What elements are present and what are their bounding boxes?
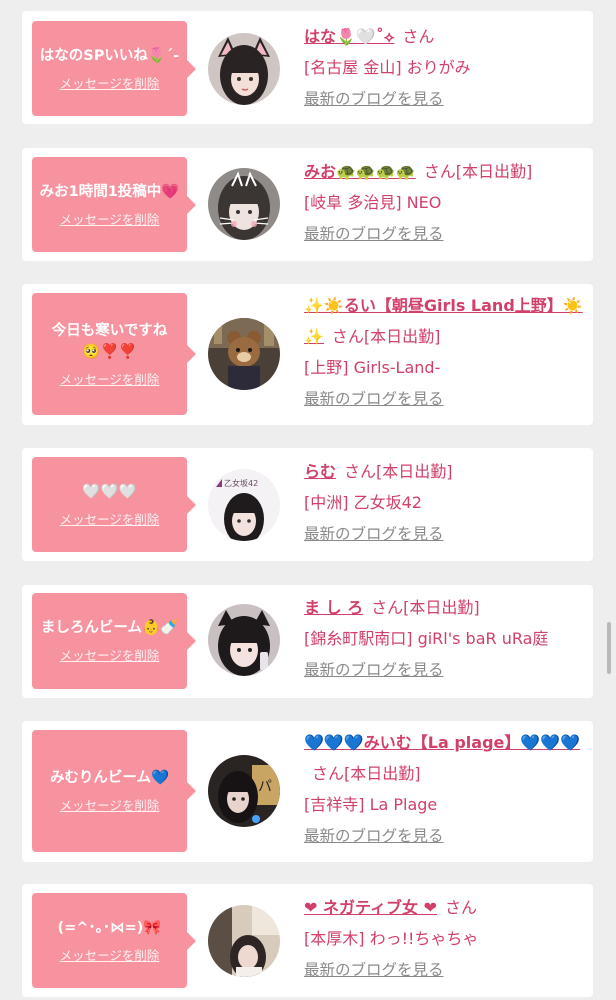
favorite-card: (=^･｡･⋈=)🎀 メッセージを削除 ❤ ネガティブ女 ❤ さん [本厚木] わ… <box>22 884 593 997</box>
svg-text:パ: パ <box>258 779 272 795</box>
avatar[interactable]: 乙女坂42 <box>208 469 280 541</box>
girl-name-link[interactable]: みお🐢🐢🐢🐢 <box>304 162 416 181</box>
shop-label: [本厚木] わっ!!ちゃちゃ <box>304 929 479 948</box>
avatar-girl-cat-filter-icon <box>208 168 280 240</box>
shop-label: [吉祥寺] La Plage <box>304 795 438 814</box>
girl-name-link[interactable]: はな🌷🤍˚⟡ <box>304 27 394 46</box>
message-bubble: (=^･｡･⋈=)🎀 メッセージを削除 <box>32 893 196 988</box>
message-text: みむりんビーム💙 <box>49 770 170 786</box>
girl-info: らむ さん[本日出勤] [中洲] 乙女坂42 最新のブログを見る <box>304 456 584 550</box>
shop-label: [岐阜 多治見] NEO <box>304 193 442 212</box>
delete-message-link[interactable]: メッセージを削除 <box>60 73 160 92</box>
girl-name-link[interactable]: 💙💙💙みいむ【La plage】💙💙💙 <box>304 733 580 752</box>
girl-name-link[interactable]: ❤ ネガティブ女 ❤ <box>304 898 437 917</box>
message-text: みお1時間1投稿中💗 <box>39 183 180 200</box>
latest-blog-link[interactable]: 最新のブログを見る <box>304 661 444 679</box>
message-bubble: みむりんビーム💙 メッセージを削除 <box>32 730 196 852</box>
name-suffix: さん[本日出勤] <box>371 598 480 617</box>
avatar[interactable] <box>208 318 280 390</box>
name-suffix: さん[本日出勤] <box>312 764 421 783</box>
avatar-girl-cat-ears-icon <box>208 33 280 105</box>
avatar-bear-mask-icon <box>208 318 280 390</box>
avatar[interactable] <box>208 168 280 240</box>
message-bubble: ましろんビーム👶🍼 メッセージを削除 <box>32 593 196 689</box>
avatar-girl-logo-icon: 乙女坂42 <box>208 469 280 541</box>
girl-info: ❤ ネガティブ女 ❤ さん [本厚木] わっ!!ちゃちゃ 最新のブログを見る <box>304 892 584 986</box>
shop-label: [名古屋 金山] おりがみ <box>304 58 471 77</box>
favorite-card: みむりんビーム💙 メッセージを削除 パ 💙💙💙みいむ【La plage】💙💙💙 さ… <box>22 721 593 862</box>
girl-name-link[interactable]: ま し ろ <box>304 598 363 617</box>
favorite-card: みお1時間1投稿中💗 メッセージを削除 みお🐢🐢🐢🐢 さん[本日出勤] [岐阜 多… <box>22 148 593 261</box>
message-text: 今日も寒いですね🥺❣️❣️ <box>51 322 168 360</box>
name-suffix: さん <box>402 27 435 46</box>
delete-message-link[interactable]: メッセージを削除 <box>60 645 160 664</box>
message-bubble: 🤍🤍🤍 メッセージを削除 <box>32 457 196 552</box>
delete-message-link[interactable]: メッセージを削除 <box>60 209 160 228</box>
avatar-girl-room-icon <box>208 905 280 977</box>
latest-blog-link[interactable]: 最新のブログを見る <box>304 525 444 543</box>
girl-info: はな🌷🤍˚⟡ さん [名古屋 金山] おりがみ 最新のブログを見る <box>304 21 584 115</box>
latest-blog-link[interactable]: 最新のブログを見る <box>304 390 444 408</box>
latest-blog-link[interactable]: 最新のブログを見る <box>304 961 444 979</box>
favorite-card: 今日も寒いですね🥺❣️❣️ メッセージを削除 ✨☀️るい【朝昼Girls Lan… <box>22 284 593 425</box>
avatar[interactable]: パ <box>208 755 280 827</box>
girl-info: 💙💙💙みいむ【La plage】💙💙💙 さん[本日出勤] [吉祥寺] La Pla… <box>304 727 584 852</box>
shop-label: [中洲] 乙女坂42 <box>304 493 422 512</box>
latest-blog-link[interactable]: 最新のブログを見る <box>304 225 444 243</box>
girl-name-link[interactable]: らむ <box>304 462 336 481</box>
girl-info: ✨☀️るい【朝昼Girls Land上野】☀️✨ さん[本日出勤] [上野] Gi… <box>304 290 584 415</box>
name-suffix: さん <box>445 898 478 917</box>
message-text: 🤍🤍🤍 <box>82 483 137 500</box>
avatar-logo-text: 乙女坂42 <box>224 478 258 488</box>
scrollbar[interactable] <box>607 622 611 674</box>
favorite-card: はなのSPいいね🌷´- メッセージを削除 はな🌷🤍˚⟡ さん [名古屋 金山] お… <box>22 11 593 124</box>
delete-message-link[interactable]: メッセージを削除 <box>60 795 160 814</box>
name-suffix: さん[本日出勤] <box>423 162 533 181</box>
delete-message-link[interactable]: メッセージを削除 <box>60 369 160 388</box>
message-bubble: みお1時間1投稿中💗 メッセージを削除 <box>32 157 196 252</box>
shop-label: [錦糸町駅南口] giRl's baR uRa庭 <box>304 629 549 648</box>
avatar[interactable] <box>208 905 280 977</box>
avatar[interactable] <box>208 604 280 676</box>
favorite-card: ましろんビーム👶🍼 メッセージを削除 ま し ろさん[本日出勤] [錦糸町駅南口… <box>22 585 593 698</box>
avatar[interactable] <box>208 33 280 105</box>
latest-blog-link[interactable]: 最新のブログを見る <box>304 90 444 108</box>
delete-message-link[interactable]: メッセージを削除 <box>60 509 160 528</box>
girl-info: ま し ろさん[本日出勤] [錦糸町駅南口] giRl's baR uRa庭 最… <box>304 592 584 686</box>
girl-info: みお🐢🐢🐢🐢 さん[本日出勤] [岐阜 多治見] NEO 最新のブログを見る <box>304 156 584 250</box>
message-bubble: はなのSPいいね🌷´- メッセージを削除 <box>32 21 196 116</box>
message-bubble: 今日も寒いですね🥺❣️❣️ メッセージを削除 <box>32 293 196 415</box>
latest-blog-link[interactable]: 最新のブログを見る <box>304 827 444 845</box>
shop-label: [上野] Girls-Land- <box>304 358 441 377</box>
message-text: はなのSPいいね🌷´- <box>39 47 180 64</box>
avatar-girl-dark-hair-icon <box>208 604 280 676</box>
message-text: (=^･｡･⋈=)🎀 <box>57 919 162 936</box>
message-text: ましろんビーム👶🍼 <box>40 620 179 636</box>
name-suffix: さん[本日出勤] <box>344 462 453 481</box>
favorite-card: 🤍🤍🤍 メッセージを削除 乙女坂42 らむ さん[本日出勤] [中洲] 乙女坂42… <box>22 448 593 561</box>
name-suffix: さん[本日出勤] <box>331 327 441 346</box>
delete-message-link[interactable]: メッセージを削除 <box>60 945 160 964</box>
avatar-girl-neon-icon: パ <box>208 755 280 827</box>
